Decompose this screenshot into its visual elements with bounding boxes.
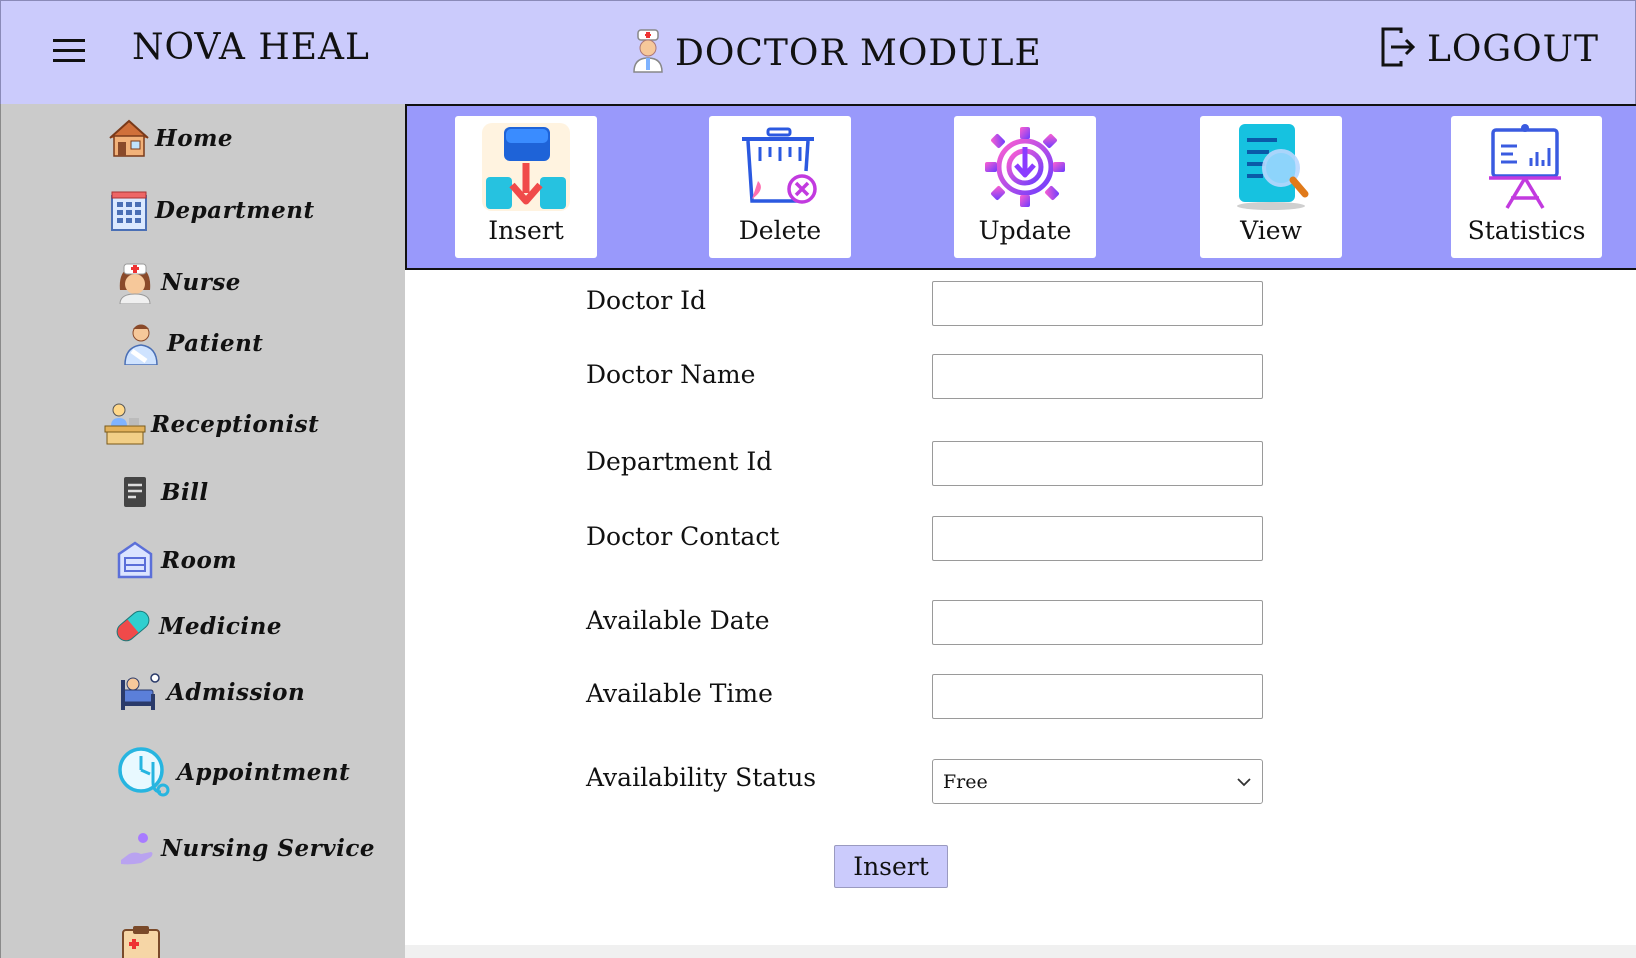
clock-stethoscope-icon	[117, 744, 173, 800]
insert-tool-label: Insert	[488, 216, 564, 245]
available-date-label: Available Date	[586, 606, 770, 635]
document-search-icon	[1200, 116, 1342, 212]
doctor-contact-label: Doctor Contact	[586, 522, 780, 551]
view-tool-button[interactable]: View	[1200, 116, 1342, 258]
doctor-contact-input[interactable]	[932, 516, 1263, 561]
available-time-input[interactable]	[932, 674, 1263, 719]
delete-tool-button[interactable]: Delete	[709, 116, 851, 258]
sidebar-item-appointment[interactable]: Appointment	[117, 744, 350, 800]
update-tool-button[interactable]: Update	[954, 116, 1096, 258]
nurse-icon	[113, 260, 157, 304]
sidebar-item-label: Appointment	[177, 758, 351, 786]
doctor-name-input[interactable]	[932, 354, 1263, 399]
sidebar-item-medicine[interactable]: Medicine	[111, 604, 282, 648]
room-icon	[113, 538, 157, 582]
sidebar-item-partial[interactable]	[119, 924, 163, 958]
module-title: DOCTOR MODULE	[675, 32, 1042, 74]
bottom-strip	[405, 945, 1636, 958]
trash-icon	[709, 116, 851, 212]
hospital-building-icon	[107, 188, 151, 232]
insert-tool-icon	[455, 116, 597, 212]
sidebar-item-department[interactable]: Department	[107, 188, 315, 232]
sidebar-item-label: Department	[155, 196, 315, 224]
availability-status-select[interactable]: Free	[932, 759, 1263, 804]
module-heading: DOCTOR MODULE	[631, 25, 1042, 81]
sidebar-item-label: Room	[161, 546, 238, 574]
top-header: NOVA HEAL DOCTOR MODULE LOGOUT	[0, 0, 1636, 104]
reception-desk-icon	[103, 402, 147, 446]
sidebar-item-label: Patient	[167, 329, 264, 357]
logout-label: LOGOUT	[1426, 28, 1599, 70]
doctor-name-label: Doctor Name	[586, 360, 756, 389]
sidebar-item-bill[interactable]: Bill	[113, 470, 209, 514]
sidebar-item-label: Medicine	[159, 612, 283, 640]
available-date-input[interactable]	[932, 600, 1263, 645]
pill-capsule-icon	[111, 604, 155, 648]
sidebar-item-home[interactable]: Home	[107, 116, 233, 160]
sidebar: Home Department Nurse Patient Receptioni…	[0, 104, 405, 958]
bill-icon	[113, 470, 157, 514]
sidebar-item-admission[interactable]: Admission	[119, 670, 305, 714]
doctor-id-label: Doctor Id	[586, 286, 706, 315]
action-toolbar: Insert Delete Update View Statistics	[405, 104, 1636, 270]
sidebar-item-label: Nursing Service	[161, 834, 375, 862]
doctor-avatar-icon	[631, 28, 665, 78]
presentation-chart-icon	[1451, 116, 1602, 212]
statistics-tool-button[interactable]: Statistics	[1451, 116, 1602, 258]
hamburger-menu-icon[interactable]	[53, 39, 85, 63]
update-tool-label: Update	[978, 216, 1072, 245]
sidebar-item-label: Admission	[167, 678, 306, 706]
sidebar-item-nurse[interactable]: Nurse	[113, 260, 241, 304]
insert-tool-button[interactable]: Insert	[455, 116, 597, 258]
brand-name: NOVA HEAL	[132, 27, 370, 68]
statistics-tool-label: Statistics	[1467, 216, 1586, 245]
availability-status-value: Free	[943, 770, 988, 793]
caring-hand-icon	[117, 826, 157, 870]
house-icon	[107, 116, 151, 160]
available-time-label: Available Time	[586, 679, 773, 708]
availability-status-label: Availability Status	[586, 763, 817, 792]
doctor-id-input[interactable]	[932, 281, 1263, 326]
department-id-label: Department Id	[586, 447, 773, 476]
view-tool-label: View	[1240, 216, 1302, 245]
logout-button[interactable]: LOGOUT	[1381, 27, 1599, 71]
gear-update-icon	[954, 116, 1096, 212]
delete-tool-label: Delete	[738, 216, 822, 245]
clipboard-icon	[119, 924, 163, 958]
sidebar-item-label: Receptionist	[151, 410, 320, 438]
logout-icon	[1381, 27, 1416, 71]
sidebar-item-room[interactable]: Room	[113, 538, 237, 582]
department-id-input[interactable]	[932, 441, 1263, 486]
sidebar-item-label: Bill	[161, 478, 209, 506]
insert-submit-button[interactable]: Insert	[834, 845, 948, 888]
chevron-down-icon	[1236, 772, 1252, 791]
hospital-bed-icon	[119, 670, 163, 714]
sidebar-item-patient[interactable]: Patient	[119, 321, 263, 365]
sidebar-item-label: Nurse	[161, 268, 241, 296]
sidebar-item-receptionist[interactable]: Receptionist	[103, 402, 319, 446]
patient-icon	[119, 321, 163, 365]
sidebar-item-nursing-service[interactable]: Nursing Service	[117, 826, 375, 870]
sidebar-item-label: Home	[155, 124, 234, 152]
